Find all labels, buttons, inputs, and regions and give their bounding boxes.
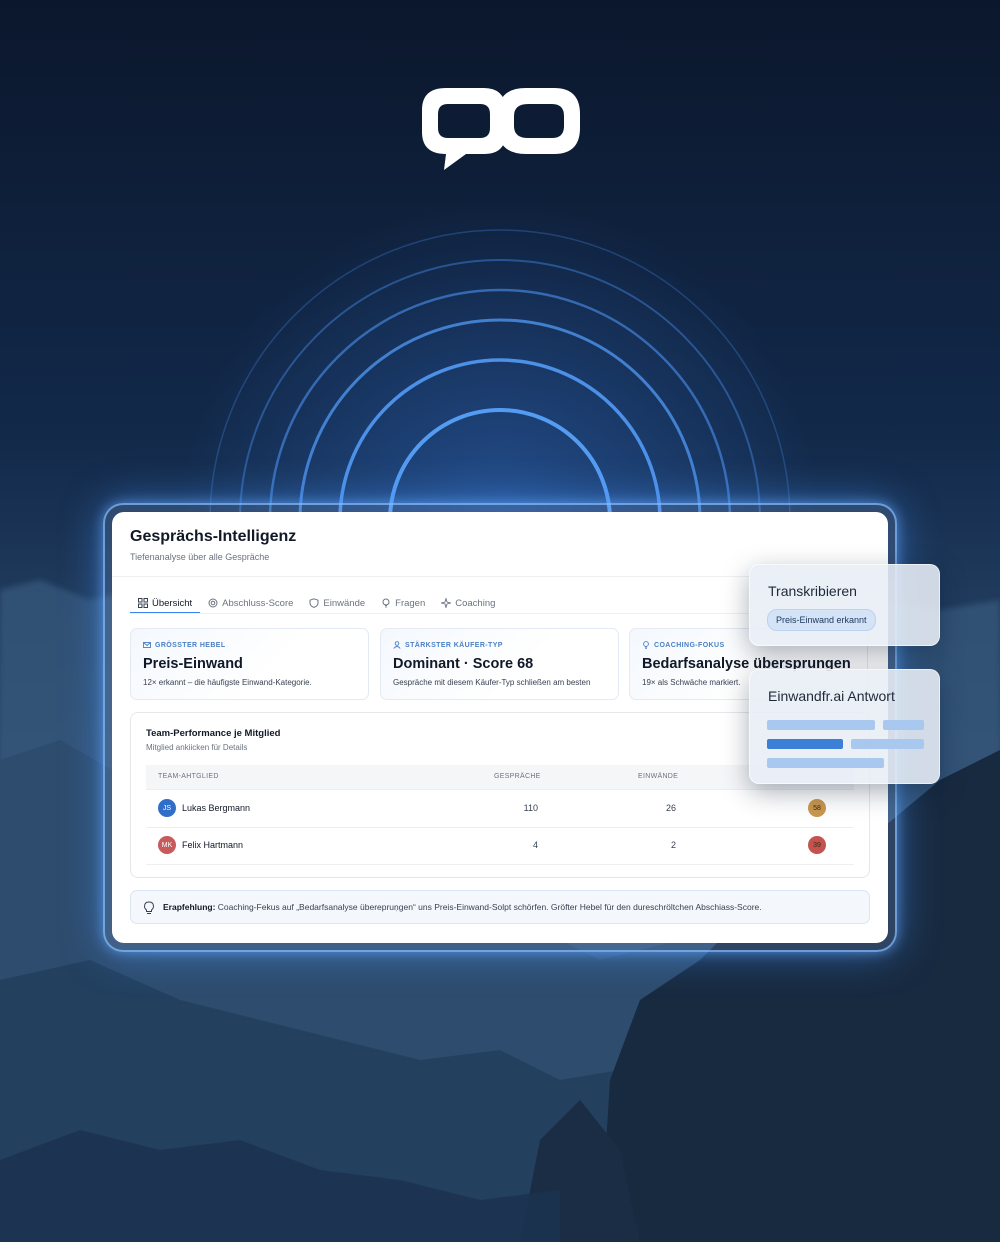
tab-overview[interactable]: Übersicht — [130, 594, 201, 614]
page-subtitle: Tiefenanalyse über alle Gespräche — [130, 552, 270, 562]
tab-bar: Übersicht Abschluss-Score Einwände Frage… — [130, 594, 503, 614]
avatar: MK — [158, 836, 176, 854]
avatar: JS — [158, 799, 176, 817]
kpi-description: Gespräche mit diesem Käufer-Typ schließe… — [393, 678, 591, 687]
kpi-value: Dominant · Score 68 — [393, 656, 534, 672]
tab-closing-score-label: Abschluss-Score — [222, 597, 294, 609]
score-badge: 58 — [808, 799, 826, 817]
placeholder-line — [767, 739, 843, 749]
objections-count: 2 — [670, 840, 676, 850]
member-name: Felix Hartmann — [182, 840, 244, 850]
placeholder-line — [851, 739, 924, 749]
placeholder-line — [767, 758, 884, 768]
score-badge: 39 — [808, 836, 826, 854]
tab-questions[interactable]: Fragen — [373, 594, 433, 612]
team-subtitle: Mitglied ankiicken für Details — [146, 743, 248, 752]
kpi-description: 19× als Schwäche markiert. — [642, 678, 741, 687]
answer-title: Einwandfr.ai Antwort — [768, 688, 895, 704]
tab-objections-label: Einwände — [323, 597, 366, 609]
column-header-objections[interactable]: EINWÄNDE — [638, 773, 678, 780]
tab-objections[interactable]: Einwände — [301, 594, 373, 612]
column-header-calls[interactable]: GESPRÄCHE — [494, 773, 541, 780]
mail-icon — [143, 642, 151, 648]
tab-overview-label: Übersicht — [152, 597, 193, 609]
kpi-label: STÄRKSTER KÄUFER-TYP — [405, 641, 503, 649]
lightbulb-icon — [143, 901, 155, 914]
objections-count: 26 — [665, 803, 676, 813]
member-name: Lukas Bergmann — [182, 803, 251, 813]
lightbulb-icon — [382, 598, 390, 608]
tab-questions-label: Fragen — [395, 597, 426, 609]
recommendation-label: Erapfehlung: — [163, 902, 216, 912]
recommendation-banner: Erapfehlung: Coaching-Fekus auf „Bedarfs… — [130, 890, 870, 924]
user-icon — [393, 641, 401, 649]
kpi-card-strongest-buyer-type[interactable]: STÄRKSTER KÄUFER-TYP Dominant · Score 68… — [380, 628, 619, 700]
tab-coaching-label: Coaching — [455, 597, 496, 609]
placeholder-line — [883, 720, 924, 730]
grid-icon — [138, 598, 148, 608]
calls-count: 110 — [523, 803, 538, 813]
column-header-member[interactable]: TEAM-AHTGLIED — [158, 773, 219, 780]
recommendation-text: Coaching-Fekus auf „Bedarfsanalyse übere… — [217, 902, 762, 912]
table-row[interactable]: MK Felix Hartmann 4 2 39 — [146, 827, 854, 865]
shield-icon — [309, 598, 319, 608]
kpi-description: 12× erkannt – die häufigste Einwand-Kate… — [143, 678, 312, 687]
detection-chip: Preis-Einwand erkannt — [767, 609, 876, 631]
kpi-label: GRÖSSTER HEBEL — [155, 641, 226, 649]
transcribe-title: Transkribieren — [768, 583, 857, 599]
placeholder-line — [767, 720, 875, 730]
kpi-card-biggest-lever[interactable]: GRÖSSTER HEBEL Preis-Einwand 12× erkannt… — [130, 628, 369, 700]
sparkle-icon — [441, 598, 452, 608]
team-title: Team-Performance je Mitglied — [146, 728, 281, 739]
page-title: Gesprächs-Intelligenz — [130, 528, 297, 545]
table-header: TEAM-AHTGLIED GESPRÄCHE EINWÄNDE — [146, 765, 854, 790]
brand-logo — [422, 88, 580, 170]
target-icon — [208, 598, 218, 608]
kpi-label: COACHING-FOKUS — [654, 641, 725, 649]
transcribe-panel: Transkribieren Preis-Einwand erkannt — [749, 564, 940, 646]
table-row[interactable]: JS Lukas Bergmann 110 26 58 — [146, 790, 854, 828]
calls-count: 4 — [532, 840, 538, 850]
kpi-value: Preis-Einwand — [143, 656, 243, 672]
tab-coaching[interactable]: Coaching — [433, 594, 503, 612]
answer-panel: Einwandfr.ai Antwort — [749, 669, 940, 784]
tab-closing-score[interactable]: Abschluss-Score — [200, 594, 301, 612]
lightbulb-icon — [643, 641, 649, 649]
